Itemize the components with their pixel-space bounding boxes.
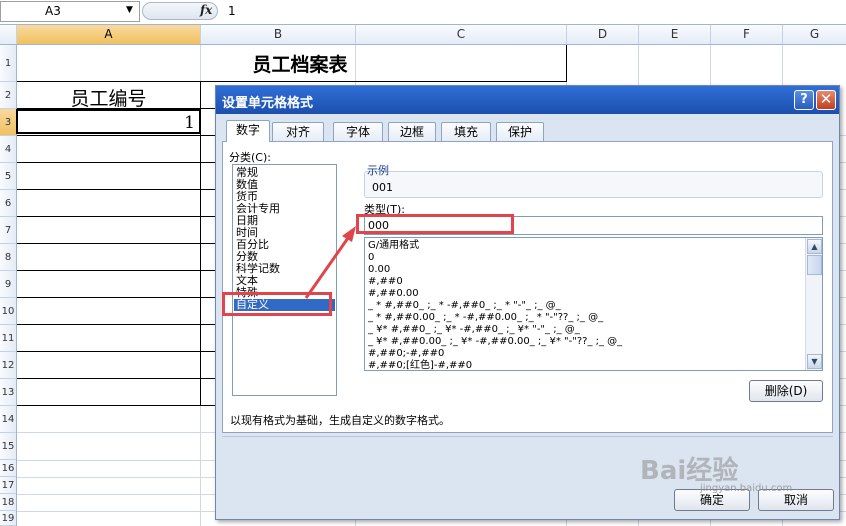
watermark-url: jingyan.baidu.com: [700, 483, 793, 494]
arrow-icon: [304, 226, 356, 299]
tab-number[interactable]: 数字: [226, 120, 270, 142]
watermark-logo: Bai经验: [640, 456, 739, 486]
